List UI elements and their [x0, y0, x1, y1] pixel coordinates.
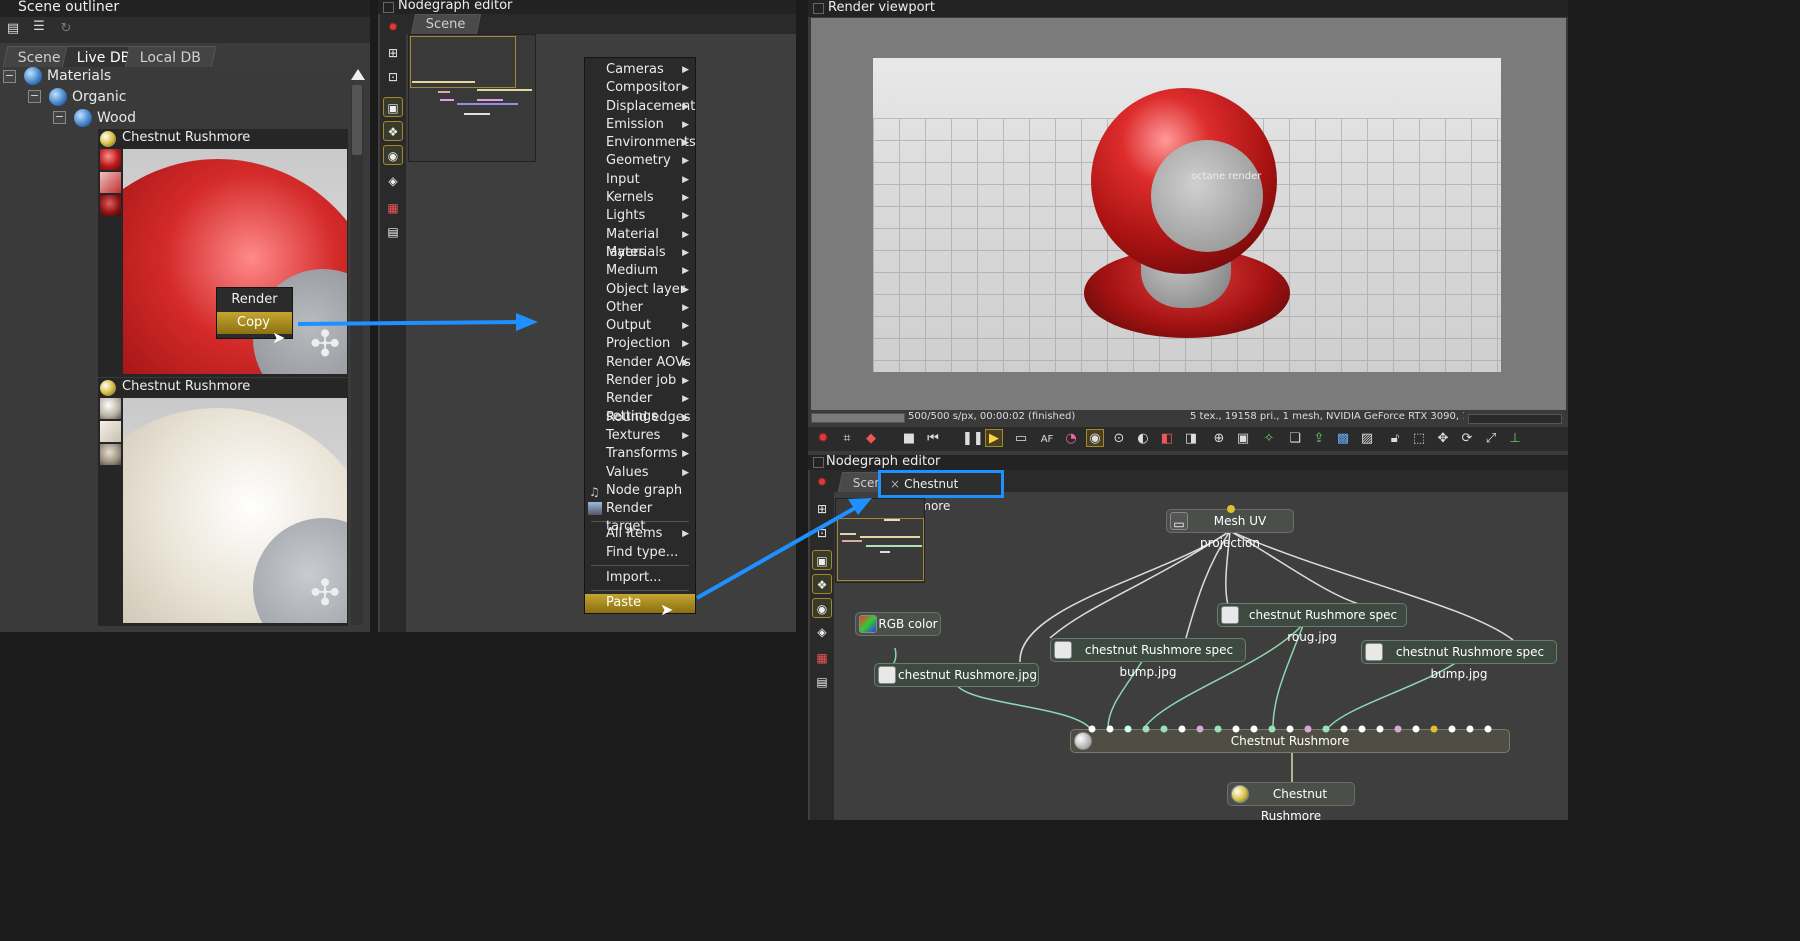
tutorial-arrows	[297, 313, 872, 600]
